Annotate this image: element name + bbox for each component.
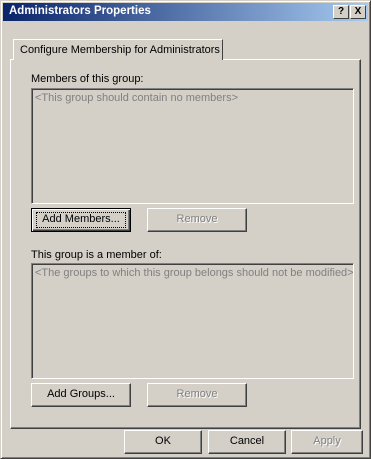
title-bar[interactable]: Administrators Properties ? X [3,3,368,21]
member-of-label: This group is a member of: [31,249,162,261]
remove-member-button[interactable]: Remove [147,208,247,232]
ok-button[interactable]: OK [124,430,202,454]
apply-label: Apply [313,435,341,447]
add-groups-label: Add Groups... [47,388,115,400]
remove-group-label: Remove [176,388,218,400]
member-of-list-placeholder: <The groups to which this group belongs … [35,267,354,279]
add-members-button[interactable]: Add Members... [31,208,131,232]
members-list[interactable]: <This group should contain no members> [31,88,354,204]
close-button[interactable]: X [350,5,366,19]
remove-group-button[interactable]: Remove [147,383,247,407]
member-of-list[interactable]: <The groups to which this group belongs … [31,263,354,379]
cancel-label: Cancel [229,435,265,447]
members-list-placeholder: <This group should contain no members> [35,92,239,104]
tab-configure-membership[interactable]: Configure Membership for Administrators [13,39,223,60]
tab-label: Configure Membership for Administrators [20,44,220,56]
remove-member-label: Remove [176,213,218,225]
help-button[interactable]: ? [333,5,349,19]
apply-button[interactable]: Apply [291,430,363,454]
add-members-label: Add Members... [42,213,120,225]
window-title: Administrators Properties [9,5,151,17]
cancel-button[interactable]: Cancel [208,430,286,454]
ok-label: OK [155,435,171,447]
add-groups-button[interactable]: Add Groups... [31,383,131,407]
members-label: Members of this group: [31,73,144,85]
properties-dialog: Administrators Properties ? X Configure … [0,0,371,459]
